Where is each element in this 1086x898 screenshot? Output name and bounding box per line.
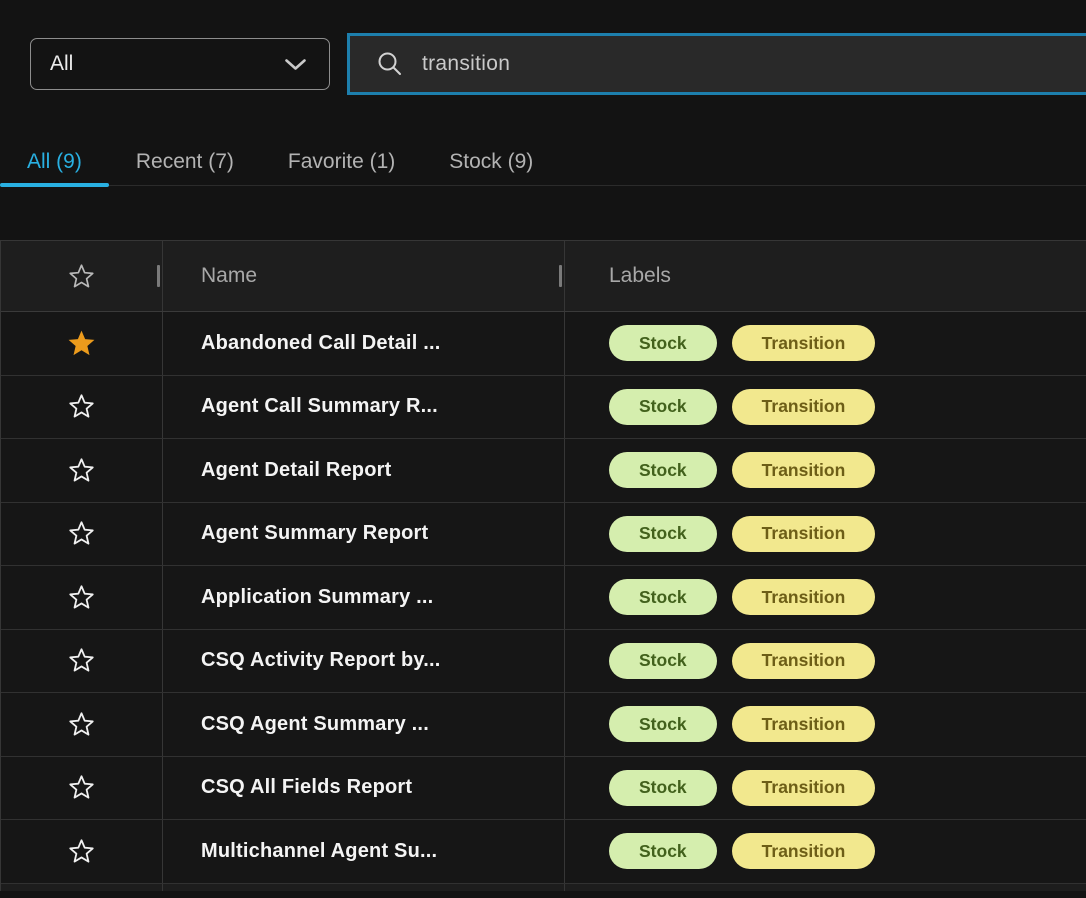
label-pill-stock: Stock (609, 833, 717, 869)
tab-favorite[interactable]: Favorite (1) (261, 138, 422, 185)
labels-cell: Stock Transition (565, 693, 1086, 756)
filter-dropdown-value: All (50, 52, 73, 76)
label-pill-stock: Stock (609, 643, 717, 679)
labels-cell: Stock Transition (565, 757, 1086, 820)
star-outline-icon[interactable] (68, 838, 95, 865)
label-pill-stock: Stock (609, 452, 717, 488)
label-pill-transition: Transition (732, 643, 876, 679)
favorite-cell (1, 820, 163, 883)
name-cell: Agent Call Summary R... (163, 376, 565, 439)
favorite-cell (1, 630, 163, 693)
label-pill-transition: Transition (732, 516, 876, 552)
name-cell: Agent Detail Report (163, 439, 565, 502)
report-name[interactable]: Application Summary ... (201, 586, 433, 609)
tab-stock[interactable]: Stock (9) (422, 138, 560, 185)
table-row[interactable]: Abandoned Call Detail ... Stock Transition (1, 312, 1086, 376)
table-row[interactable]: Multichannel Agent Su... Stock Transition (1, 820, 1086, 884)
label-pill-stock: Stock (609, 325, 717, 361)
favorite-cell (1, 757, 163, 820)
tab-bar: All (9)Recent (7)Favorite (1)Stock (9) (0, 138, 1086, 186)
report-name[interactable]: CSQ Agent Summary ... (201, 713, 429, 736)
labels-cell: Stock Transition (565, 312, 1086, 375)
label-pill-transition: Transition (732, 389, 876, 425)
favorite-cell (1, 376, 163, 439)
column-resize-handle[interactable] (559, 265, 562, 287)
label-pill-transition: Transition (732, 325, 876, 361)
report-name[interactable]: CSQ Activity Report by... (201, 649, 440, 672)
labels-cell: Stock Transition (565, 630, 1086, 693)
header-favorite-column[interactable] (1, 241, 163, 311)
star-outline-icon[interactable] (68, 584, 95, 611)
name-column-label: Name (201, 264, 257, 288)
label-pill-transition: Transition (732, 452, 876, 488)
label-pill-transition: Transition (732, 579, 876, 615)
star-outline-icon[interactable] (68, 520, 95, 547)
star-outline-icon (68, 263, 95, 290)
table-header-row: Name Labels (1, 241, 1086, 312)
report-name[interactable]: Agent Detail Report (201, 459, 391, 482)
star-outline-icon[interactable] (68, 457, 95, 484)
label-pill-transition: Transition (732, 706, 876, 742)
filter-dropdown[interactable]: All (30, 38, 330, 90)
labels-column-label: Labels (609, 264, 671, 288)
star-outline-icon[interactable] (68, 774, 95, 801)
report-name[interactable]: Abandoned Call Detail ... (201, 332, 440, 355)
label-pill-transition: Transition (732, 833, 876, 869)
name-cell: CSQ Agent Summary ... (163, 693, 565, 756)
report-name[interactable]: Agent Summary Report (201, 522, 428, 545)
star-outline-icon[interactable] (68, 393, 95, 420)
label-pill-transition: Transition (732, 770, 876, 806)
column-resize-handle[interactable] (157, 265, 160, 287)
search-input[interactable]: transition (347, 33, 1086, 95)
labels-cell: Stock Transition (565, 503, 1086, 566)
name-cell: Multichannel Agent Su... (163, 820, 565, 883)
favorite-cell (1, 503, 163, 566)
labels-cell: Stock Transition (565, 439, 1086, 502)
chevron-down-icon (284, 58, 307, 71)
label-pill-stock: Stock (609, 579, 717, 615)
search-icon (377, 51, 403, 77)
table-row[interactable]: Agent Detail Report Stock Transition (1, 439, 1086, 503)
star-filled-icon[interactable] (66, 328, 97, 359)
table-row[interactable]: Agent Call Summary R... Stock Transition (1, 376, 1086, 440)
name-cell: Application Summary ... (163, 566, 565, 629)
favorite-cell (1, 312, 163, 375)
labels-cell: Stock Transition (565, 376, 1086, 439)
name-cell: Agent Summary Report (163, 503, 565, 566)
next-row-partial (1, 884, 1086, 891)
star-outline-icon[interactable] (68, 711, 95, 738)
favorite-cell (1, 566, 163, 629)
table-row[interactable]: Application Summary ... Stock Transition (1, 566, 1086, 630)
table-row[interactable]: Agent Summary Report Stock Transition (1, 503, 1086, 567)
report-name[interactable]: CSQ All Fields Report (201, 776, 412, 799)
label-pill-stock: Stock (609, 389, 717, 425)
favorite-cell (1, 439, 163, 502)
label-pill-stock: Stock (609, 770, 717, 806)
table-row[interactable]: CSQ Agent Summary ... Stock Transition (1, 693, 1086, 757)
label-pill-stock: Stock (609, 516, 717, 552)
table-row[interactable]: CSQ Activity Report by... Stock Transition (1, 630, 1086, 694)
tab-all[interactable]: All (9) (0, 138, 109, 185)
header-labels-column[interactable]: Labels (565, 241, 1086, 311)
search-query-text: transition (422, 52, 510, 76)
name-cell: Abandoned Call Detail ... (163, 312, 565, 375)
label-pill-stock: Stock (609, 706, 717, 742)
labels-cell: Stock Transition (565, 820, 1086, 883)
star-outline-icon[interactable] (68, 647, 95, 674)
labels-cell: Stock Transition (565, 566, 1086, 629)
table-row[interactable]: CSQ All Fields Report Stock Transition (1, 757, 1086, 821)
name-cell: CSQ All Fields Report (163, 757, 565, 820)
favorite-cell (1, 693, 163, 756)
report-name[interactable]: Multichannel Agent Su... (201, 840, 437, 863)
tab-recent[interactable]: Recent (7) (109, 138, 261, 185)
report-table: Name Labels Abandoned Call Detail ... Sto… (0, 240, 1086, 891)
report-name[interactable]: Agent Call Summary R... (201, 395, 438, 418)
name-cell: CSQ Activity Report by... (163, 630, 565, 693)
header-name-column[interactable]: Name (163, 241, 565, 311)
